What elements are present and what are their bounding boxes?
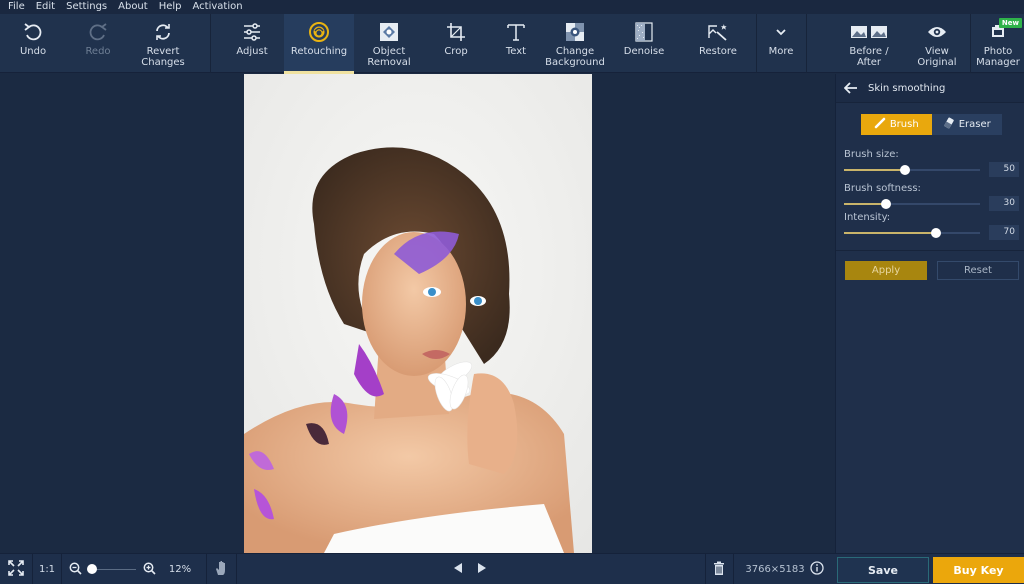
bottom-bar: 1:1 12% 3766×5183 Save Buy Key [0, 553, 1024, 584]
toolbar: Undo Redo Revert Changes Adjust Retouchi… [0, 14, 1024, 74]
zoom-level: 12% [168, 564, 192, 575]
actual-size-button[interactable]: 1:1 [33, 554, 61, 584]
chevron-down-icon [770, 21, 792, 43]
reset-button[interactable]: Reset [937, 261, 1019, 280]
delete-button[interactable] [708, 554, 730, 584]
intensity-value[interactable]: 70 [989, 225, 1019, 240]
info-icon [810, 561, 824, 578]
bottom-separator [733, 554, 734, 584]
object-removal-tool[interactable]: Object Removal [358, 14, 420, 73]
brush-size-value[interactable]: 50 [989, 162, 1019, 177]
hand-icon [215, 560, 229, 579]
change-background-icon [564, 21, 586, 43]
brush-softness-value[interactable]: 30 [989, 196, 1019, 211]
revert-changes-button[interactable]: Revert Changes [132, 14, 194, 73]
apply-button[interactable]: Apply [845, 261, 927, 280]
image-dimensions: 3766×5183 [745, 564, 805, 575]
triangle-left-icon [453, 562, 463, 577]
intensity-control: Intensity: 70 [844, 212, 1019, 241]
denoise-icon [633, 21, 655, 43]
undo-button[interactable]: Undo [8, 14, 58, 73]
brush-eraser-toggle: Brush Eraser [861, 114, 1002, 135]
menu-edit[interactable]: Edit [36, 0, 55, 14]
redo-button[interactable]: Redo [73, 14, 123, 73]
eraser-icon [943, 117, 955, 132]
restore-wand-icon [707, 21, 729, 43]
brush-size-control: Brush size: 50 [844, 149, 1019, 178]
undo-icon [22, 21, 44, 43]
crop-icon [445, 21, 467, 43]
zoom-in-icon [143, 562, 156, 578]
back-arrow-icon[interactable] [844, 80, 860, 96]
toolbar-separator [970, 14, 971, 73]
image-canvas[interactable] [0, 74, 835, 553]
restore-tool[interactable]: Restore [688, 14, 748, 73]
eye-icon [926, 21, 948, 43]
denoise-tool[interactable]: Denoise [616, 14, 672, 73]
brush-softness-control: Brush softness: 30 [844, 183, 1019, 212]
text-tool[interactable]: Text [492, 14, 540, 73]
crop-tool[interactable]: Crop [430, 14, 482, 73]
menu-settings[interactable]: Settings [66, 0, 107, 14]
skin-smoothing-panel: Skin smoothing Brush Eraser Brush size: [835, 74, 1024, 553]
eraser-mode-button[interactable]: Eraser [931, 114, 1002, 135]
zoom-out-icon [69, 562, 82, 578]
brush-size-slider[interactable] [844, 165, 980, 175]
photo-preview[interactable] [244, 74, 592, 553]
bottom-separator [705, 554, 706, 584]
fit-to-screen-button[interactable] [0, 554, 32, 584]
adjust-tool[interactable]: Adjust [226, 14, 278, 73]
zoom-in-button[interactable] [140, 554, 158, 584]
zoom-slider-knob[interactable] [87, 564, 97, 574]
zoom-out-button[interactable] [66, 554, 84, 584]
image-info-button[interactable] [808, 554, 826, 584]
redo-icon [87, 21, 109, 43]
toolbar-separator [806, 14, 807, 73]
triangle-right-icon [477, 562, 487, 577]
new-badge: New [998, 18, 1022, 28]
menu-about[interactable]: About [118, 0, 148, 14]
photo-editor-window: File Edit Settings About Help Activation… [0, 0, 1024, 584]
buy-key-button[interactable]: Buy Key [933, 557, 1024, 583]
panel-title: Skin smoothing [868, 82, 946, 94]
change-background-tool[interactable]: Change Background [544, 14, 606, 73]
object-removal-icon [378, 21, 400, 43]
bottom-separator [236, 554, 237, 584]
retouching-face-icon [308, 21, 330, 43]
panel-divider [836, 250, 1024, 251]
text-icon [505, 21, 527, 43]
before-after-icon [850, 21, 888, 43]
toolbar-separator [210, 14, 211, 73]
previous-image-button[interactable] [450, 554, 466, 584]
menu-file[interactable]: File [8, 0, 25, 14]
hand-tool-button[interactable] [208, 554, 236, 584]
fit-screen-icon [8, 560, 24, 579]
intensity-slider[interactable] [844, 228, 980, 238]
menu-activation[interactable]: Activation [193, 0, 243, 14]
brush-softness-slider[interactable] [844, 199, 980, 209]
menu-bar: File Edit Settings About Help Activation [0, 0, 1024, 14]
bottom-separator [206, 554, 207, 584]
slider-knob[interactable] [881, 199, 892, 209]
slider-knob[interactable] [900, 165, 911, 175]
photo-manager-button[interactable]: Photo Manager New [972, 14, 1024, 73]
retouching-tool[interactable]: Retouching [284, 14, 354, 74]
next-image-button[interactable] [474, 554, 490, 584]
revert-icon [152, 21, 174, 43]
menu-help[interactable]: Help [159, 0, 182, 14]
brush-icon [874, 117, 886, 132]
brush-mode-button[interactable]: Brush [861, 114, 932, 135]
save-button[interactable]: Save [837, 557, 929, 583]
trash-icon [713, 561, 725, 578]
panel-header: Skin smoothing [836, 74, 1024, 103]
more-tools-button[interactable]: More [757, 14, 805, 73]
sliders-icon [241, 21, 263, 43]
zoom-slider[interactable] [92, 569, 136, 570]
view-original-button[interactable]: View Original [910, 14, 964, 73]
slider-knob[interactable] [931, 228, 942, 238]
bottom-separator [61, 554, 62, 584]
before-after-button[interactable]: Before / After [840, 14, 898, 73]
